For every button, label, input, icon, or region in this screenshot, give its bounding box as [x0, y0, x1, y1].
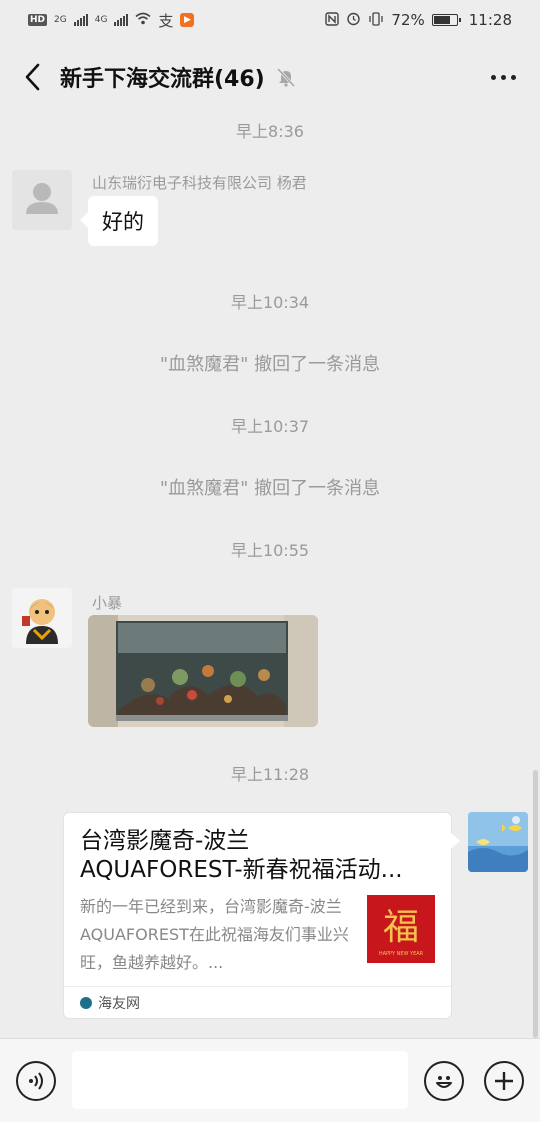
wifi-icon [135, 12, 151, 28]
alipay-icon: 支 [158, 11, 174, 30]
chat-title: 新手下海交流群(46) [60, 67, 265, 92]
input-bar [0, 1038, 540, 1122]
status-right: 72% 11:28 [325, 11, 512, 29]
thumb-char: 福 [383, 907, 419, 948]
recall-notice: "血煞魔君" 撤回了一条消息 [159, 354, 381, 375]
emoji-button[interactable] [424, 1061, 464, 1101]
vibrate-icon [368, 11, 384, 29]
battery-icon [431, 14, 461, 26]
link-card-title-line: AQUAFOREST-新春祝福活动... [80, 857, 403, 883]
cartoon-avatar-image [12, 588, 72, 648]
my-avatar[interactable] [468, 812, 528, 872]
battery-percent: 72% [391, 11, 425, 29]
nfc-icon [325, 11, 340, 29]
message-bubble[interactable]: 好的 [80, 196, 158, 246]
fish-avatar-image [468, 812, 528, 872]
alarm-icon [346, 11, 361, 29]
link-card-thumbnail: 福 HAPPY NEW YEAR [367, 895, 435, 963]
sender-name: 小暴 [92, 594, 123, 612]
chat-area[interactable]: 早上8:36 山东瑞衍电子科技有限公司 杨君 好的 早上10:34 "血煞魔君"… [0, 114, 540, 1038]
timestamp: 早上8:36 [236, 122, 304, 141]
clock: 11:28 [468, 11, 512, 29]
avatar[interactable] [12, 170, 72, 230]
app-notification-icon: ▶ [180, 13, 195, 27]
source-logo-icon [80, 996, 92, 1009]
network-type-1: 2G [54, 15, 67, 25]
timestamp: 早上10:55 [230, 541, 310, 560]
aquarium-photo [88, 615, 318, 727]
hd-icon: HD [28, 14, 48, 26]
chat-scrollbar[interactable] [533, 770, 538, 1038]
more-dots-icon[interactable] [487, 65, 520, 90]
timestamp: 早上10:34 [230, 293, 310, 312]
timestamp: 早上11:28 [230, 765, 310, 784]
link-card-source: 海友网 [64, 986, 451, 1018]
message-input[interactable] [72, 1051, 408, 1109]
signal-icon [73, 14, 88, 26]
plus-icon [495, 1072, 513, 1090]
default-avatar-icon [26, 183, 58, 214]
status-left: HD 2G 4G 支 ▶ [28, 10, 195, 31]
signal-icon [114, 14, 129, 26]
timestamp: 早上10:37 [230, 417, 310, 436]
back-arrow-icon[interactable] [20, 62, 44, 92]
link-card-message[interactable]: 台湾影魔奇-波兰 AQUAFOREST-新春祝福活动... 新的一年已经到来，台… [63, 812, 460, 1019]
voice-input-button[interactable] [16, 1061, 56, 1101]
mute-bell-icon [275, 66, 297, 88]
source-name: 海友网 [98, 995, 140, 1012]
emoji-icon [436, 1076, 452, 1088]
sender-name: 山东瑞衍电子科技有限公司 杨君 [92, 174, 307, 192]
status-bar: HD 2G 4G 支 ▶ 72% 11:28 [0, 0, 540, 40]
recall-notice: "血煞魔君" 撤回了一条消息 [159, 478, 381, 499]
link-card-description: 新的一年已经到来，台湾影魔奇-波兰AQUAFOREST在此祝福海友们事业兴旺，鱼… [80, 897, 349, 972]
network-type-2: 4G [94, 15, 108, 25]
voice-icon [29, 1072, 43, 1090]
more-functions-button[interactable] [484, 1061, 524, 1101]
avatar[interactable] [12, 588, 72, 648]
thumb-sub: HAPPY NEW YEAR [379, 951, 424, 957]
chat-header: 新手下海交流群(46) [0, 40, 540, 114]
image-message[interactable] [88, 615, 318, 727]
link-card-title-line: 台湾影魔奇-波兰 [80, 828, 250, 854]
link-card-title: 台湾影魔奇-波兰 AQUAFOREST-新春祝福活动... [80, 827, 430, 885]
